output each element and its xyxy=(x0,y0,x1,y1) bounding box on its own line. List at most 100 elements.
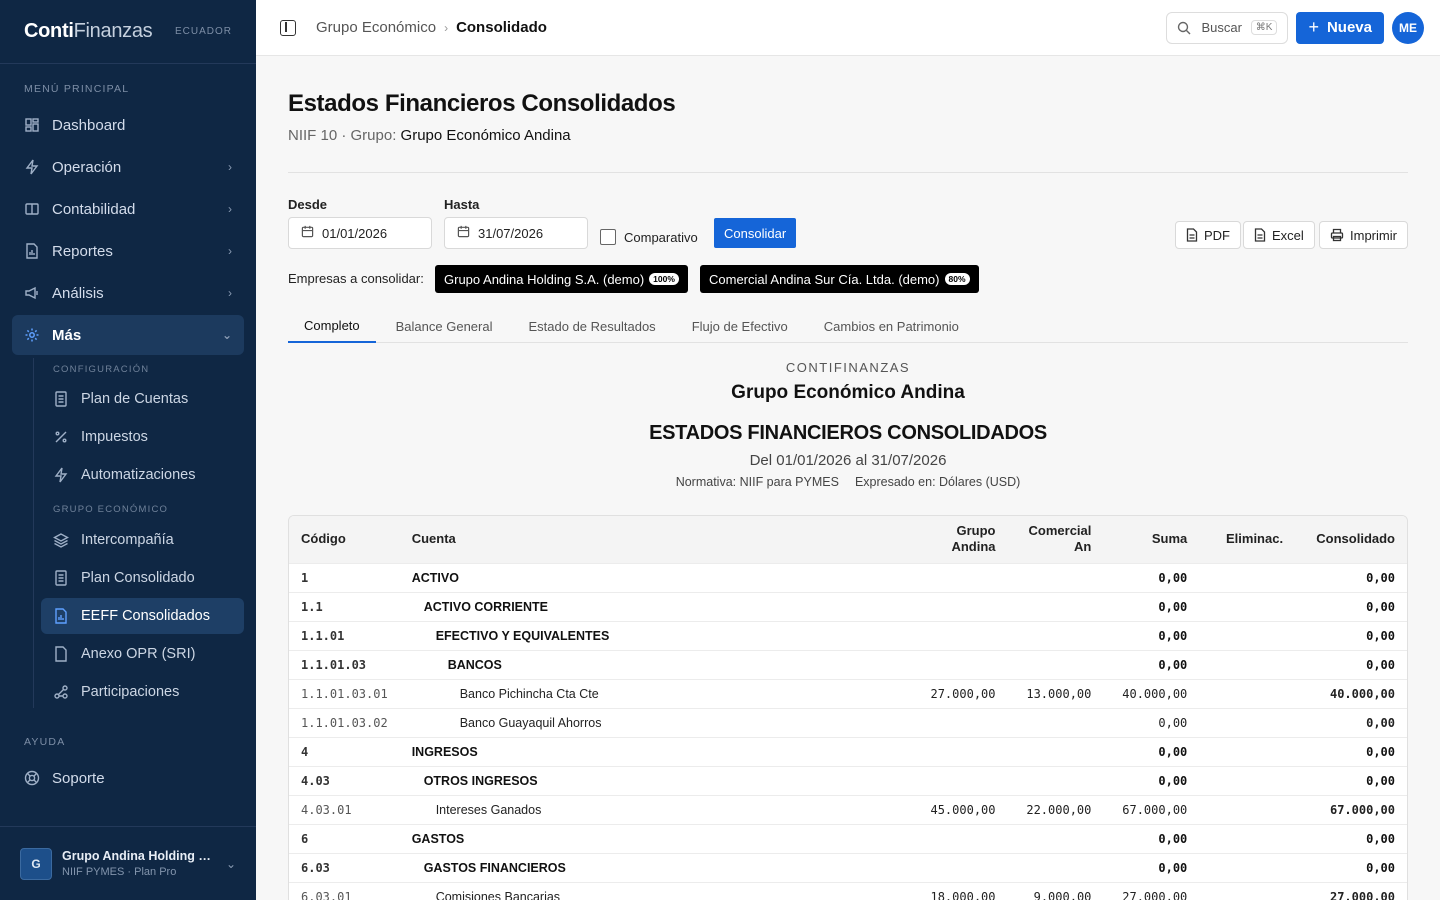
amount-grupo-andina: 18.000,00 xyxy=(930,889,996,900)
amount-comercial xyxy=(1008,621,1104,650)
table-row: 4 INGRESOS 0,00 0,00 xyxy=(289,737,1407,766)
page-subtitle: NIIF 10 · Grupo: Grupo Económico Andina xyxy=(288,127,571,144)
nav-plan-de-cuentas[interactable]: Plan de Cuentas xyxy=(41,381,244,417)
table-row: 1.1.01.03.01 Banco Pichincha Cta Cte 27.00… xyxy=(289,679,1407,708)
column-header-cuenta: Cuenta xyxy=(411,531,456,547)
account-name: INGRESOS xyxy=(411,744,478,759)
lifebuoy-icon xyxy=(24,770,40,786)
amount-comercial: 22.000,00 xyxy=(1026,802,1092,817)
nav-dashboard[interactable]: Dashboard xyxy=(12,105,244,145)
organization-switcher[interactable]: G Grupo Andina Holding S.A. (demo) NIIF … xyxy=(0,826,256,900)
consolidar-button[interactable]: Consolidar xyxy=(714,218,797,248)
breadcrumb: Grupo Económico › Consolidado xyxy=(316,19,547,36)
nav-eeff-consolidados[interactable]: EEFF Consolidados xyxy=(41,598,244,634)
account-code: 1.1.01.03.01 xyxy=(301,686,388,701)
account-code: 4 xyxy=(301,744,309,759)
nav-impuestos[interactable]: Impuestos xyxy=(41,419,244,455)
bolt-icon xyxy=(53,467,69,483)
amount-suma: 0,00 xyxy=(1158,599,1188,614)
network-icon xyxy=(53,684,69,700)
nav-soporte[interactable]: Soporte xyxy=(12,758,244,798)
new-button[interactable]: + Nueva xyxy=(1296,11,1384,44)
company-chip[interactable]: Grupo Andina Holding S.A. (demo) 100% xyxy=(435,265,688,293)
report-normativa: Normativa: NIIF para PYMES Expresado en: … xyxy=(675,475,1021,489)
companies-label: Empresas a consolidar: xyxy=(288,271,424,286)
nav-contabilidad[interactable]: Contabilidad › xyxy=(12,189,244,229)
amount-grupo-andina xyxy=(902,824,1008,853)
bolt-icon xyxy=(24,159,40,175)
user-avatar[interactable]: ME xyxy=(1392,11,1424,44)
report-title: ESTADOS FINANCIEROS CONSOLIDADOS xyxy=(649,422,1047,444)
amount-consolidado: 0,00 xyxy=(1366,773,1395,788)
desde-date-input[interactable]: 01/01/2026 xyxy=(288,217,432,249)
brand: ContiFinanzas ECUADOR xyxy=(0,0,256,64)
amount-eliminaciones xyxy=(1199,592,1295,621)
amount-eliminaciones xyxy=(1199,563,1295,592)
nav-plan-consolidado[interactable]: Plan Consolidado xyxy=(41,560,244,596)
calendar-icon xyxy=(301,225,314,241)
checkbox-box[interactable] xyxy=(600,229,616,245)
amount-comercial xyxy=(1008,737,1104,766)
nav-intercompania[interactable]: Intercompañía xyxy=(41,522,244,558)
nav-operacion[interactable]: Operación › xyxy=(12,147,244,187)
account-name: Banco Pichincha Cta Cte xyxy=(459,686,599,701)
excel-button[interactable]: Excel xyxy=(1243,221,1315,249)
imprimir-button[interactable]: Imprimir xyxy=(1319,221,1408,249)
table-row: 1.1.01.03 BANCOS 0,00 0,00 xyxy=(289,650,1407,679)
nav-anexo-opr[interactable]: Anexo OPR (SRI) xyxy=(41,636,244,672)
search-button[interactable]: Buscar ⌘K xyxy=(1166,11,1289,44)
account-name: Comisiones Bancarias xyxy=(435,889,561,900)
table-row: 1.1 ACTIVO CORRIENTE 0,00 0,00 xyxy=(289,592,1407,621)
account-name: ACTIVO xyxy=(411,570,459,585)
tab-estado-de-resultados[interactable]: Estado de Resultados xyxy=(512,309,671,343)
report-currency: Expresado en: Dólares (USD) xyxy=(854,475,1021,489)
nav-automatizaciones[interactable]: Automatizaciones xyxy=(41,457,244,493)
nav-mas[interactable]: Más ⌄ xyxy=(12,315,244,355)
tab-flujo-de-efectivo[interactable]: Flujo de Efectivo xyxy=(676,309,804,343)
section-label-config: CONFIGURACIÓN xyxy=(53,364,150,375)
tab-completo[interactable]: Completo xyxy=(288,309,376,343)
hasta-label: Hasta xyxy=(444,197,480,212)
brand-logo[interactable]: ContiFinanzas xyxy=(24,20,153,43)
page-title: Estados Financieros Consolidados xyxy=(288,90,676,117)
amount-suma: 40.000,00 xyxy=(1122,686,1188,701)
tab-cambios-en-patrimonio[interactable]: Cambios en Patrimonio xyxy=(808,309,975,343)
tab-balance-general[interactable]: Balance General xyxy=(380,309,509,343)
percent-badge: 100% xyxy=(649,273,679,285)
nav-participaciones[interactable]: Participaciones xyxy=(41,674,244,710)
account-name: GASTOS FINANCIEROS xyxy=(423,860,566,875)
comparativo-checkbox[interactable]: Comparativo xyxy=(600,229,698,245)
amount-suma: 0,00 xyxy=(1158,773,1188,788)
account-code: 6.03 xyxy=(301,860,330,875)
hasta-date-input[interactable]: 31/07/2026 xyxy=(444,217,588,249)
file-icon xyxy=(53,646,69,662)
amount-suma: 0,00 xyxy=(1158,860,1188,875)
amount-comercial xyxy=(1008,650,1104,679)
company-chip[interactable]: Comercial Andina Sur Cía. Ltda. (demo) 8… xyxy=(700,265,979,293)
report-period: Del 01/01/2026 al 31/07/2026 xyxy=(749,452,947,469)
nav-reportes[interactable]: Reportes › xyxy=(12,231,244,271)
amount-comercial: 9.000,00 xyxy=(1033,889,1092,900)
amount-consolidado: 0,00 xyxy=(1366,570,1395,585)
table-row: 6.03.01 Comisiones Bancarias 18.000,00 9.00… xyxy=(289,882,1407,900)
breadcrumb-grupo-economico[interactable]: Grupo Económico xyxy=(316,19,436,36)
amount-eliminaciones xyxy=(1199,621,1295,650)
column-header-grupo-andina: Grupo Andina xyxy=(951,523,996,555)
column-header-comercial: Comercial An xyxy=(1028,523,1092,555)
account-code: 4.03 xyxy=(301,773,330,788)
file-chart-icon xyxy=(24,243,40,259)
nav-analisis[interactable]: Análisis › xyxy=(12,273,244,313)
table-row: 4.03 OTROS INGRESOS 0,00 0,00 xyxy=(289,766,1407,795)
amount-grupo-andina: 45.000,00 xyxy=(930,802,996,817)
amount-comercial xyxy=(1008,563,1104,592)
account-name: Banco Guayaquil Ahorros xyxy=(459,715,602,730)
pdf-button[interactable]: PDF xyxy=(1175,221,1241,249)
table-row: 4.03.01 Intereses Ganados 45.000,00 22.000,… xyxy=(289,795,1407,824)
sidebar-toggle-icon[interactable] xyxy=(280,19,296,36)
amount-suma: 27.000,00 xyxy=(1122,889,1188,900)
amount-consolidado: 0,00 xyxy=(1366,715,1395,730)
account-name: ACTIVO CORRIENTE xyxy=(423,599,549,614)
sidebar: ContiFinanzas ECUADOR MENÚ PRINCIPAL Das… xyxy=(0,0,256,900)
org-name: Grupo Andina Holding S.A. (demo) xyxy=(62,849,212,863)
breadcrumb-consolidado: Consolidado xyxy=(456,19,547,36)
